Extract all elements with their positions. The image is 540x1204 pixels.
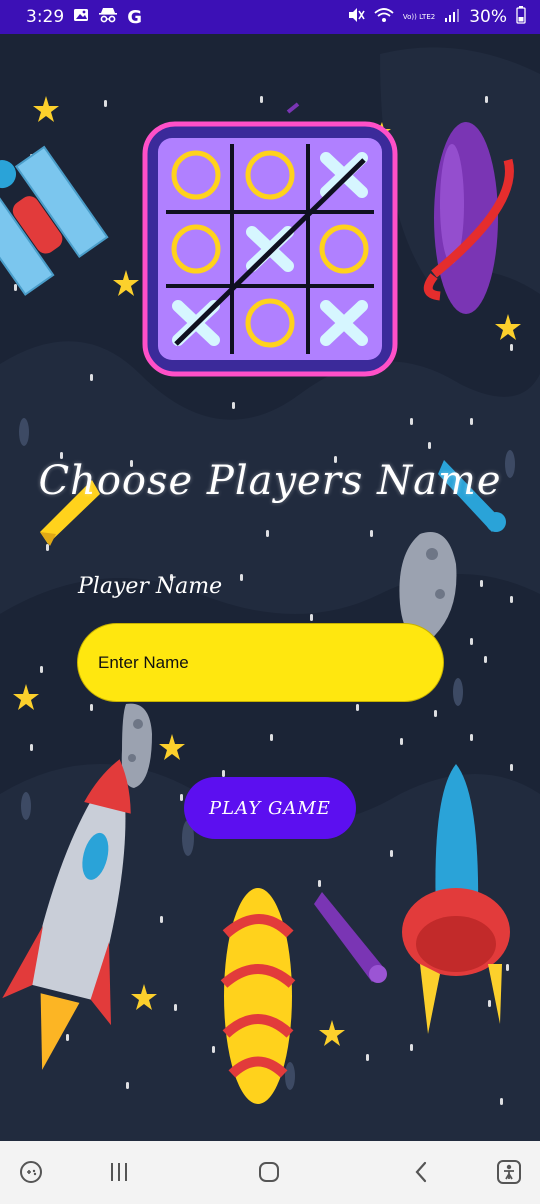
player-name-label: Player Name xyxy=(78,574,223,599)
signal-icon xyxy=(444,7,460,28)
wifi-icon xyxy=(374,7,394,28)
google-icon: G xyxy=(127,6,142,28)
game-launcher-icon[interactable] xyxy=(16,1157,46,1187)
player-name-input[interactable] xyxy=(77,623,444,702)
accessibility-icon[interactable] xyxy=(494,1157,524,1187)
home-icon[interactable] xyxy=(254,1157,284,1187)
status-time: 3:29 xyxy=(26,7,65,27)
striped-planet-illustration xyxy=(220,888,296,1104)
page-title: Choose Players Name xyxy=(38,458,502,504)
gallery-icon xyxy=(73,7,89,28)
back-icon[interactable] xyxy=(406,1157,436,1187)
system-nav-bar xyxy=(0,1141,540,1204)
recents-icon[interactable] xyxy=(104,1157,134,1187)
battery-icon xyxy=(516,5,526,29)
status-bar: 3:29 G Vo)) LTE2 30% xyxy=(0,0,540,34)
play-game-button[interactable]: PLAY GAME xyxy=(184,777,356,839)
incognito-icon xyxy=(98,7,118,28)
mute-icon xyxy=(347,7,365,28)
battery-percent: 30% xyxy=(469,7,507,27)
tic-tac-toe-logo xyxy=(142,121,398,377)
volte-label: Vo)) LTE2 xyxy=(402,12,436,21)
